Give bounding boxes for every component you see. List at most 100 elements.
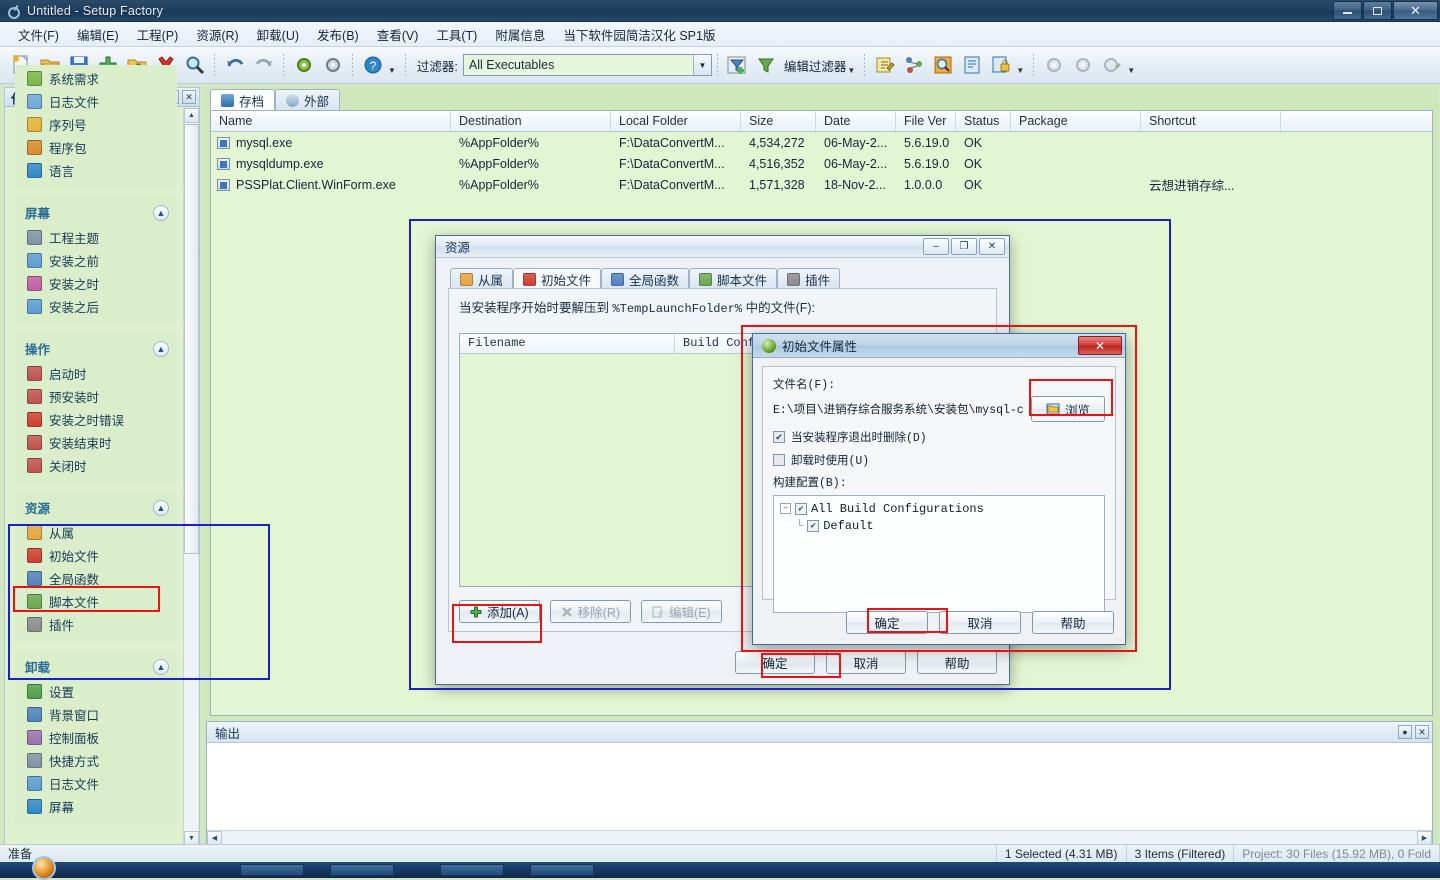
task-group-header[interactable]: 操作 ▲ <box>15 335 177 362</box>
resources-ok-button[interactable]: 确定 <box>735 651 815 674</box>
close-button[interactable]: ✕ <box>1393 1 1438 20</box>
sidebar-item-on-install-error[interactable]: 安装之时错误 <box>15 408 177 431</box>
menu-item-edit[interactable]: 编辑(E) <box>69 22 127 47</box>
taskbar-item[interactable] <box>530 864 594 876</box>
properties-ok-button[interactable]: 确定 <box>846 611 928 634</box>
build-settings-icon[interactable] <box>290 52 317 79</box>
preview-icon[interactable] <box>929 52 956 79</box>
sidebar-item-uninstall-screen[interactable]: 屏幕 <box>15 795 177 818</box>
properties-help-button[interactable]: 帮助 <box>1032 611 1114 634</box>
sidebar-item-before-install[interactable]: 安装之前 <box>15 249 177 272</box>
resources-tab-primer-file[interactable]: 初始文件 <box>513 268 602 289</box>
sidebar-item-primer-file[interactable]: 初始文件 <box>15 544 177 567</box>
task-group-header[interactable]: 卸载 ▲ <box>15 653 177 680</box>
properties-close-button[interactable]: ✕ <box>1078 336 1122 355</box>
resources-tab-script-file[interactable]: 脚本文件 <box>689 268 778 289</box>
dependencies-icon[interactable] <box>900 52 927 79</box>
chevron-down-icon[interactable]: ▼ <box>692 55 711 75</box>
start-orb-icon[interactable] <box>32 856 56 880</box>
redo-icon[interactable] <box>250 52 277 79</box>
tree-node[interactable]: – All Build Configurations <box>780 500 1104 517</box>
sidebar-item-uninstall-log[interactable]: 日志文件 <box>15 772 177 795</box>
chevron-up-icon[interactable]: ▲ <box>153 499 169 516</box>
column-header[interactable]: Filename <box>460 334 675 353</box>
sidebar-item-log-file[interactable]: 日志文件 <box>15 90 177 113</box>
filter-select[interactable]: All Executables ▼ <box>462 54 712 76</box>
use-on-uninstall-checkbox[interactable] <box>773 454 785 466</box>
tree-node[interactable]: └ Default <box>780 517 1104 534</box>
sidebar-item-background-window[interactable]: 背景窗口 <box>15 703 177 726</box>
tools-overflow-icon[interactable]: ▼ <box>1016 66 1024 75</box>
resources-help-button[interactable]: 帮助 <box>917 651 997 674</box>
output-pane-pin-icon[interactable]: ● <box>1398 725 1412 739</box>
undo-icon[interactable] <box>221 52 248 79</box>
sidebar-item-language[interactable]: 语言 <box>15 159 177 182</box>
filter-apply-icon[interactable] <box>724 52 751 79</box>
menu-item-build[interactable]: 发布(B) <box>309 22 367 47</box>
menu-item-file[interactable]: 文件(F) <box>10 22 67 47</box>
sidebar-item-uninstall-settings[interactable]: 设置 <box>15 680 177 703</box>
scroll-thumb[interactable] <box>184 124 199 554</box>
column-header[interactable]: Destination <box>451 111 611 131</box>
task-panel-scrollbar[interactable]: ▲ ▼ <box>183 108 199 846</box>
filter-edit-icon[interactable] <box>753 52 780 79</box>
chevron-up-icon[interactable]: ▲ <box>153 204 169 221</box>
menu-item-project[interactable]: 工程(P) <box>129 22 187 47</box>
taskbar-item[interactable] <box>440 864 504 876</box>
help-icon[interactable]: ? <box>359 52 386 79</box>
sidebar-item-after-install[interactable]: 安装之后 <box>15 295 177 318</box>
sidebar-item-dependencies[interactable]: 从属 <box>15 521 177 544</box>
scroll-right-icon[interactable]: ▶ <box>1417 831 1432 845</box>
resources-cancel-button[interactable]: 取消 <box>826 651 906 674</box>
menu-item-view[interactable]: 查看(V) <box>369 22 427 47</box>
scroll-up-icon[interactable]: ▲ <box>184 108 199 123</box>
script-editor-icon[interactable] <box>871 52 898 79</box>
tab-external[interactable]: 外部 <box>275 89 341 110</box>
sidebar-item-serial-number[interactable]: 序列号 <box>15 113 177 136</box>
find-icon[interactable] <box>181 52 208 79</box>
sidebar-item-during-install[interactable]: 安装之时 <box>15 272 177 295</box>
taskbar-item[interactable] <box>240 864 304 876</box>
security-icon[interactable] <box>987 52 1014 79</box>
build-icon[interactable] <box>1040 52 1067 79</box>
sidebar-item-control-panel[interactable]: 控制面板 <box>15 726 177 749</box>
edit-button[interactable]: 编辑(E) <box>641 600 722 623</box>
resources-maximize-button[interactable]: ❐ <box>951 238 977 255</box>
sidebar-item-script-file[interactable]: 脚本文件 <box>15 590 177 613</box>
resources-tab-plugins[interactable]: 插件 <box>777 268 841 289</box>
chevron-up-icon[interactable]: ▲ <box>153 340 169 357</box>
sidebar-item-shortcut[interactable]: 快捷方式 <box>15 749 177 772</box>
tab-archive[interactable]: 存档 <box>210 89 276 110</box>
resources-tab-global-functions[interactable]: 全局函数 <box>601 268 690 289</box>
add-button[interactable]: 添加(A) <box>459 600 540 623</box>
sidebar-item-system-requirements[interactable]: 系统需求 <box>15 67 177 90</box>
resources-minimize-button[interactable]: – <box>923 238 949 255</box>
project-settings-icon[interactable] <box>319 52 346 79</box>
table-row[interactable]: mysql.exe %AppFolder% F:\DataConvertM... 4,… <box>211 132 1432 153</box>
delete-on-exit-checkbox[interactable] <box>773 431 785 443</box>
sidebar-item-plugins[interactable]: 插件 <box>15 613 177 636</box>
table-row[interactable]: PSSPlat.Client.WinForm.exe %AppFolder% F:\… <box>211 174 1432 195</box>
chevron-up-icon[interactable]: ▲ <box>153 658 169 675</box>
resources-close-button[interactable]: ✕ <box>979 238 1005 255</box>
column-header[interactable]: File Ver <box>896 111 956 131</box>
menu-item-tools[interactable]: 工具(T) <box>428 22 485 47</box>
sidebar-item-on-install-end[interactable]: 安装结束时 <box>15 431 177 454</box>
scroll-left-icon[interactable]: ◀ <box>207 831 222 845</box>
menu-item-about[interactable]: 附属信息 <box>487 22 553 47</box>
tree-node-checkbox[interactable] <box>807 519 820 532</box>
sidebar-item-global-functions[interactable]: 全局函数 <box>15 567 177 590</box>
task-group-header[interactable]: 资源 ▲ <box>15 494 177 521</box>
edit-filter-label[interactable]: 编辑过滤器 <box>784 56 847 75</box>
delete-on-exit-row[interactable]: 当安装程序退出时删除(D) <box>773 429 1105 445</box>
column-header[interactable]: Name <box>211 111 451 131</box>
tree-node-checkbox[interactable] <box>795 502 807 515</box>
sidebar-item-on-shutdown[interactable]: 关闭时 <box>15 454 177 477</box>
resources-tab-dependencies[interactable]: 从属 <box>450 268 514 289</box>
menu-item-resources[interactable]: 资源(R) <box>188 22 246 47</box>
collapse-icon[interactable]: – <box>780 503 791 514</box>
output-horizontal-scrollbar[interactable]: ◀ ▶ <box>207 830 1432 845</box>
column-header[interactable]: Size <box>741 111 816 131</box>
filename-field[interactable]: E:\项目\进销存综合服务系统\安装包\mysql-con <box>773 399 1023 419</box>
report-icon[interactable] <box>958 52 985 79</box>
